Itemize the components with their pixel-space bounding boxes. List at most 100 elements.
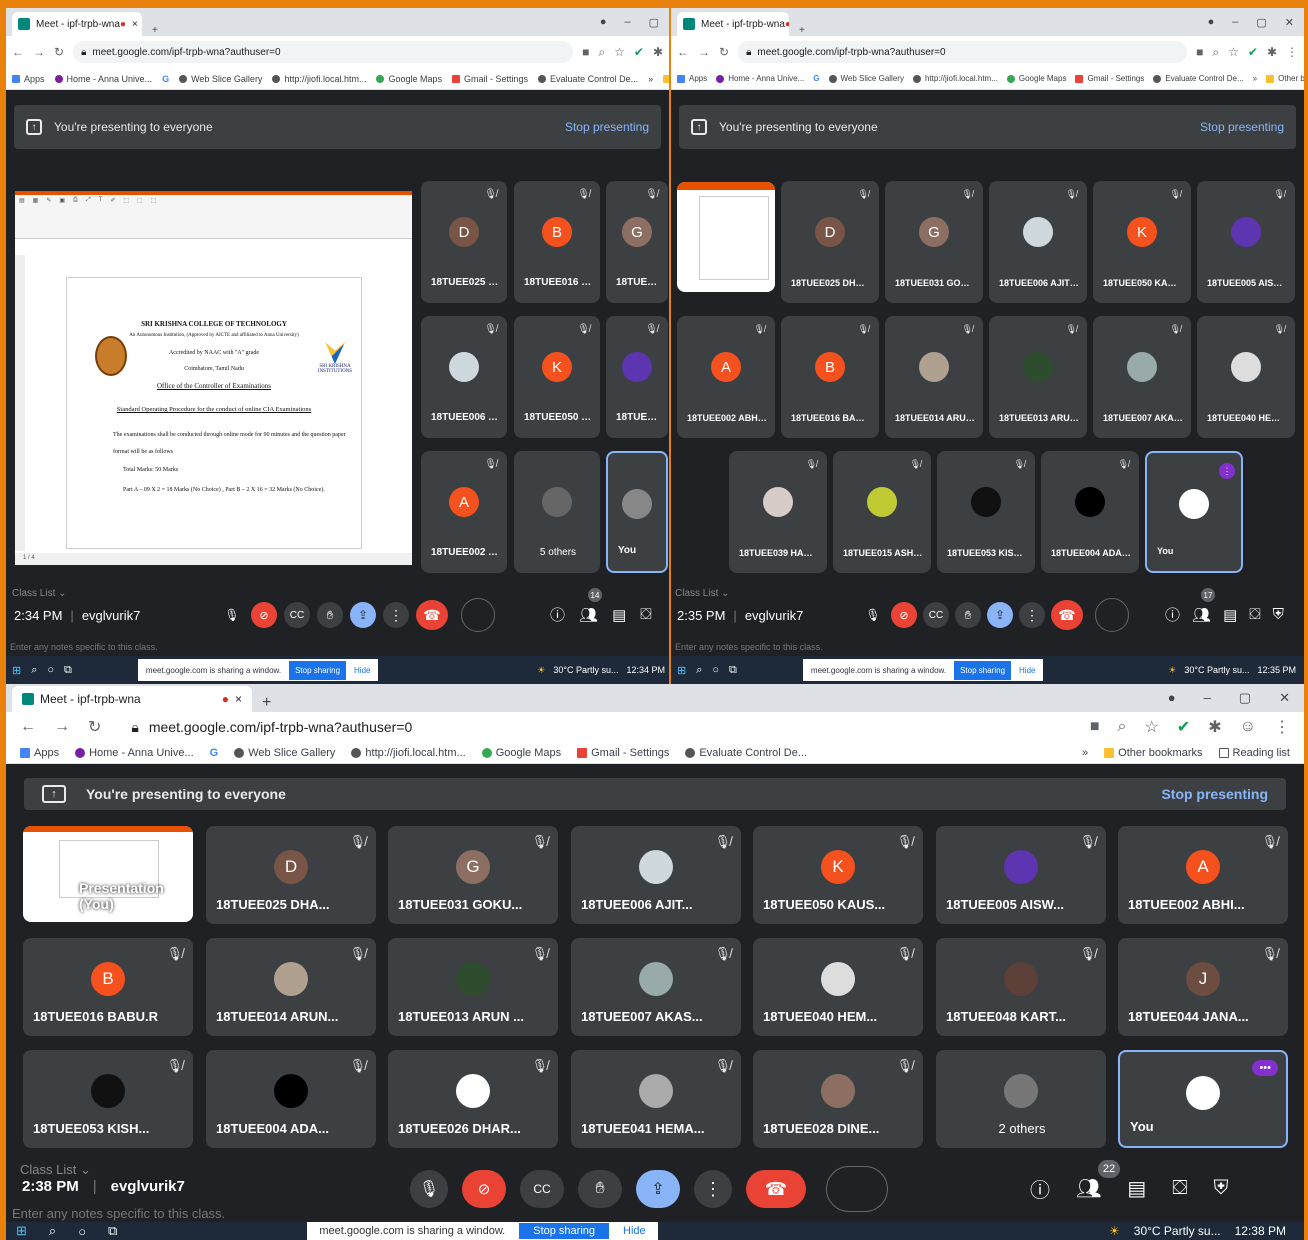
back-icon[interactable]: ← <box>20 718 36 736</box>
participant-tile-18tuee040-hema-s-v[interactable]: 18TUEE040 HEMA S.V. 🎙︎̸ <box>1197 316 1295 438</box>
zoom-icon[interactable]: ⌕ <box>1212 45 1219 60</box>
check-icon[interactable]: ✔ <box>1248 45 1258 59</box>
participant-tile-18tuee016-bab[interactable]: B 18TUEE016 BAB... 🎙︎̸ <box>514 181 600 303</box>
search-icon[interactable]: ⌕ <box>696 664 702 677</box>
class-list-overlay[interactable]: Class List ⌄ <box>12 588 67 599</box>
profile-icon[interactable]: ● <box>1208 16 1215 29</box>
camera-off-icon[interactable]: ⊘ <box>462 1170 506 1208</box>
participant-tile-18tuee025-dha[interactable]: D 18TUEE025 DHA... 🎙︎̸ <box>421 181 507 303</box>
presentation-preview[interactable]: Presentation (You) <box>23 826 193 922</box>
bookmark-web-slice[interactable]: Web Slice Gallery <box>179 74 262 84</box>
camera-icon[interactable]: ■ <box>1090 718 1100 736</box>
participant-tile-18tuee006-ajit[interactable]: 18TUEE006 AJIT... 🎙︎̸ <box>571 826 741 924</box>
participant-tile-18tuee026-dhar[interactable]: 18TUEE026 DHAR... 🎙︎̸ <box>388 1050 558 1148</box>
back-icon[interactable]: ← <box>677 45 689 59</box>
bookmark-home[interactable]: Home - Anna Unive... <box>54 74 152 84</box>
bookmark-home[interactable]: Home - Anna Unive... <box>716 74 804 83</box>
clock[interactable]: 12:34 PM <box>626 665 665 675</box>
reload-icon[interactable]: ↻ <box>54 45 64 59</box>
camera-off-icon[interactable]: ⊘ <box>251 602 277 628</box>
participant-tile-18tuee002-abhishe[interactable]: A 18TUEE002 ABHISHE... 🎙︎̸ <box>677 316 775 438</box>
more-menu-icon[interactable]: ⋮ <box>1274 717 1290 737</box>
reload-icon[interactable]: ↻ <box>719 45 729 59</box>
host-controls-icon[interactable]: ⛨ <box>1273 606 1284 623</box>
participant-tile-18tuee050-kaus[interactable]: K 18TUEE050 KAUS... 🎙︎̸ <box>753 826 923 924</box>
participant-tile-18tuee014-arun-pri[interactable]: 18TUEE014 ARUN PRI... 🎙︎̸ <box>885 316 983 438</box>
raise-hand-icon[interactable]: ✋︎ <box>317 602 343 628</box>
participant-tile-18tuee013-arun[interactable]: 18TUEE013 ARUN ... 🎙︎̸ <box>388 938 558 1036</box>
end-call-button[interactable]: ☎︎ <box>416 600 448 630</box>
overlay-button[interactable] <box>461 598 495 632</box>
profile-icon[interactable]: ● <box>1168 690 1176 706</box>
present-now-icon[interactable]: ⇪ <box>350 602 376 628</box>
bookmark-jiofi[interactable]: http://jiofi.local.htm... <box>912 74 998 83</box>
bookmark-reading-list[interactable]: Reading list <box>1218 747 1290 759</box>
more-options-dots-icon[interactable]: ••• <box>1252 1060 1278 1076</box>
mic-icon[interactable]: 🎙︎ <box>410 1170 448 1208</box>
bookmarks-more[interactable]: » <box>1082 747 1088 759</box>
participant-tile-18tuee048-kart[interactable]: 18TUEE048 KART... 🎙︎̸ <box>936 938 1106 1036</box>
browser-tab[interactable]: Meet - ipf-trpb-wna ● × <box>12 12 142 36</box>
minimize-icon[interactable]: – <box>624 16 630 29</box>
participant-tile-18tuee015-ashika-s[interactable]: 18TUEE015 ASHIKA.S 🎙︎̸ <box>833 451 931 573</box>
participant-tile-18tuee050-kaushik[interactable]: K 18TUEE050 KAUSHIK... 🎙︎̸ <box>1093 181 1191 303</box>
participant-tile-18tuee014-arun[interactable]: 18TUEE014 ARUN... 🎙︎̸ <box>206 938 376 1036</box>
bookmark-maps[interactable]: Google Maps <box>1006 74 1066 83</box>
captions-icon[interactable]: CC <box>923 602 949 628</box>
raise-hand-icon[interactable]: ✋︎ <box>578 1170 622 1208</box>
bookmark-google[interactable]: G <box>813 74 819 83</box>
bookmarks-more[interactable]: » <box>648 74 653 84</box>
activities-icon[interactable]: ⛋ <box>1172 1177 1187 1200</box>
notes-placeholder[interactable]: Enter any notes specific to this class. <box>675 642 823 652</box>
zoom-icon[interactable]: ⌕ <box>598 45 605 60</box>
bookmark-apps[interactable]: Apps <box>677 74 707 83</box>
windows-start-icon[interactable]: ⊞ <box>677 664 686 677</box>
forward-icon[interactable]: → <box>698 45 710 59</box>
present-now-icon[interactable]: ⇪ <box>636 1170 680 1208</box>
bookmark-other[interactable]: Other bookmarks <box>1266 74 1304 83</box>
bookmark-apps[interactable]: Apps <box>12 74 45 84</box>
mic-icon[interactable]: 🎙︎ <box>861 603 885 627</box>
bookmark-google[interactable]: G <box>162 74 169 84</box>
more-options-icon[interactable]: ⋮ <box>1019 602 1045 628</box>
end-call-button[interactable]: ☎︎ <box>746 1170 806 1208</box>
participant-tile-you[interactable]: You ⋮ <box>1145 451 1243 573</box>
cortana-icon[interactable]: ○ <box>47 664 54 676</box>
forward-icon[interactable]: → <box>54 718 70 736</box>
more-options-icon[interactable]: ⋮ <box>694 1170 732 1208</box>
stop-presenting-button[interactable]: Stop presenting <box>565 120 649 134</box>
hide-button[interactable]: Hide <box>354 666 370 675</box>
bookmarks-more[interactable]: » <box>1253 74 1257 83</box>
participant-tile-18tuee031-goku[interactable]: G 18TUEE031 GOKU... 🎙︎̸ <box>388 826 558 924</box>
bookmark-apps[interactable]: Apps <box>20 747 59 759</box>
browser-tab[interactable]: Meet - ipf-trpb-wna ● × <box>677 12 789 36</box>
minimize-icon[interactable]: – <box>1204 690 1211 706</box>
clock[interactable]: 12:38 PM <box>1235 1224 1286 1238</box>
task-view-icon[interactable]: ⧉ <box>108 1223 117 1239</box>
presentation-preview[interactable] <box>677 182 775 292</box>
participant-tile-18tuee007-akas[interactable]: 18TUEE007 AKAS... 🎙︎̸ <box>571 938 741 1036</box>
participant-tile-18tuee002-abhi[interactable]: A 18TUEE002 ABHI... 🎙︎̸ <box>1118 826 1288 924</box>
bookmark-web-slice[interactable]: Web Slice Gallery <box>828 74 904 83</box>
overlay-button[interactable] <box>826 1166 888 1212</box>
bookmark-jiofi[interactable]: http://jiofi.local.htm... <box>272 74 366 84</box>
mic-icon[interactable]: 🎙︎ <box>220 603 244 627</box>
more-options-icon[interactable]: ⋮ <box>383 602 409 628</box>
extensions-icon[interactable]: ✱ <box>653 45 663 59</box>
cortana-icon[interactable]: ○ <box>712 664 719 676</box>
chat-icon[interactable]: ▤ <box>1127 1176 1146 1201</box>
participant-tile-18tuee031-gokula[interactable]: G 18TUEE031 GOKULA... 🎙︎̸ <box>885 181 983 303</box>
windows-start-icon[interactable]: ⊞ <box>16 1223 27 1239</box>
notes-placeholder[interactable]: Enter any notes specific to this class. <box>12 1206 225 1221</box>
bookmark-maps[interactable]: Google Maps <box>481 747 561 759</box>
bookmark-gmail[interactable]: Gmail - Settings <box>1075 74 1144 83</box>
participant-tile-18tuee025-dha[interactable]: D 18TUEE025 DHA... 🎙︎̸ <box>206 826 376 924</box>
bookmark-maps[interactable]: Google Maps <box>376 74 442 84</box>
bookmark-gmail[interactable]: Gmail - Settings <box>577 747 669 759</box>
extensions-icon[interactable]: ✱ <box>1267 45 1277 59</box>
star-icon[interactable]: ☆ <box>1145 717 1159 737</box>
participant-tile-18tuee040-hem[interactable]: 18TUEE040 HEM... 🎙︎̸ <box>753 938 923 1036</box>
task-view-icon[interactable]: ⧉ <box>729 664 737 677</box>
windows-start-icon[interactable]: ⊞ <box>12 664 21 677</box>
info-icon[interactable]: ⓘ <box>1030 1174 1050 1203</box>
